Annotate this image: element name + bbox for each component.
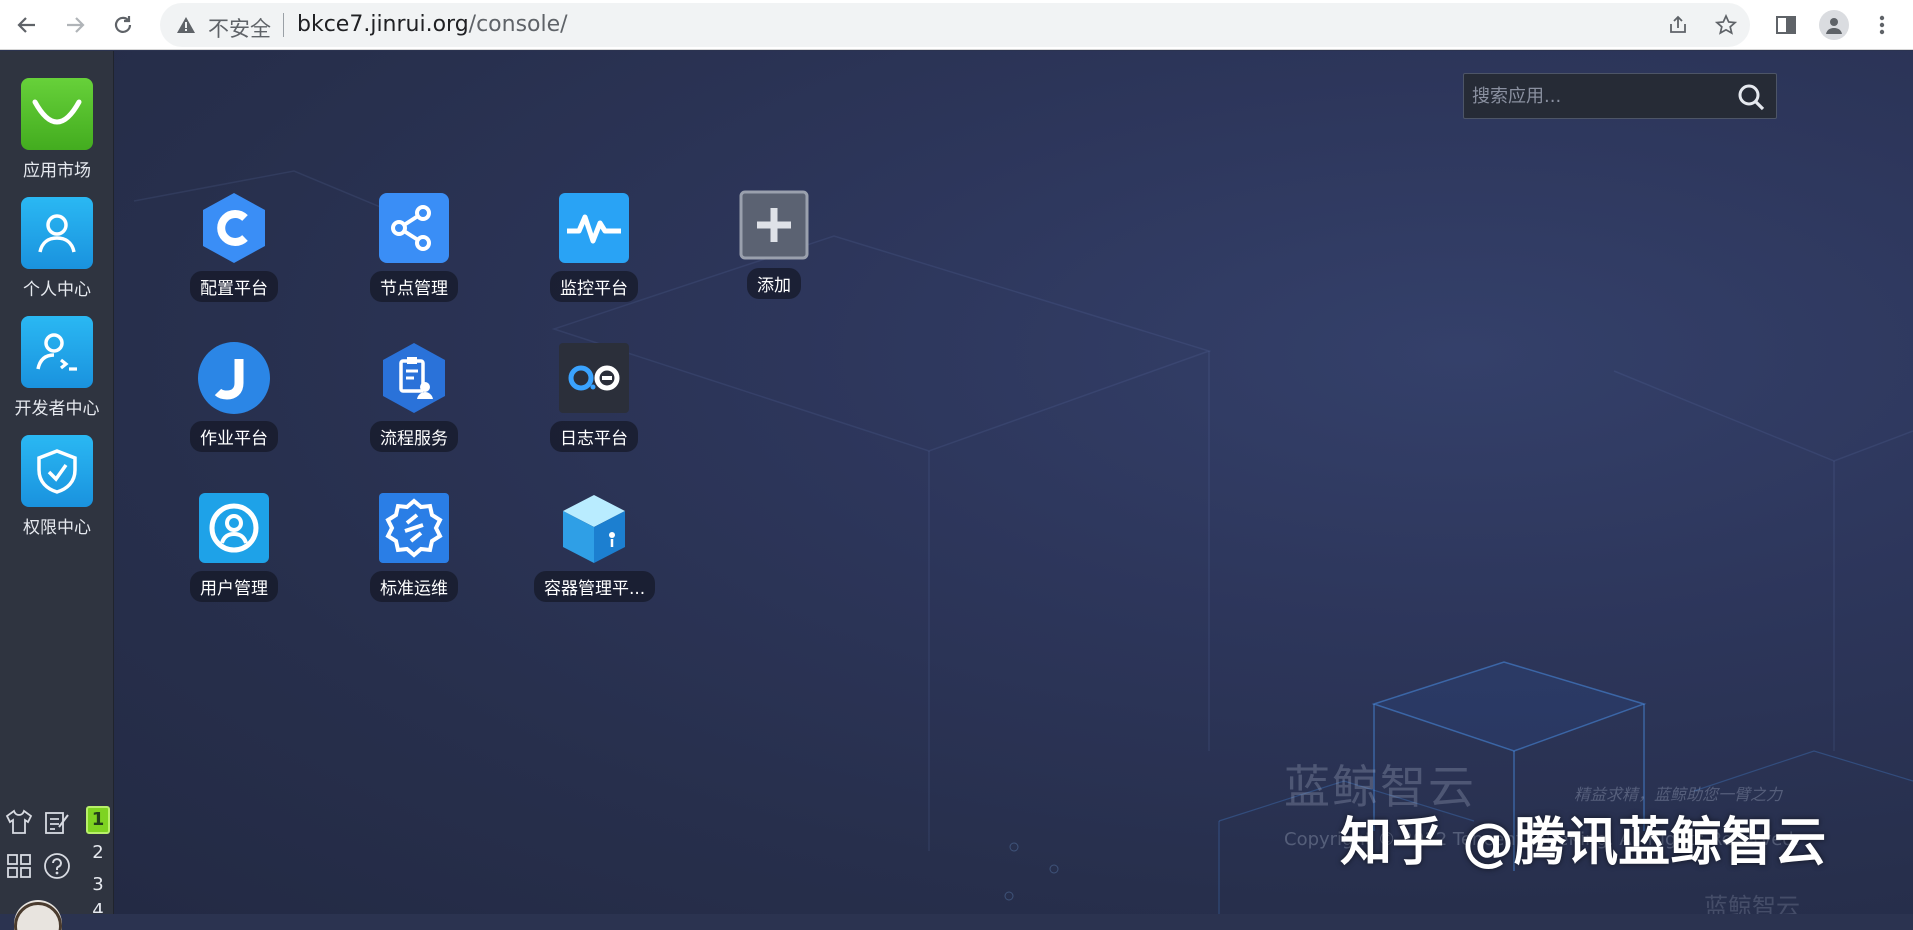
- app-job-platform[interactable]: 作业平台: [174, 341, 294, 452]
- dock-label: 开发者中心: [14, 399, 100, 419]
- app-label: 作业平台: [190, 421, 278, 452]
- more-vertical-icon: [1879, 15, 1885, 35]
- app-add[interactable]: 添加: [714, 188, 834, 299]
- url-text: bkce7.jinrui.org/console/: [297, 12, 568, 37]
- app-search-box: [1463, 73, 1777, 119]
- dock-label: 个人中心: [23, 280, 91, 300]
- insecure-label: 不安全: [208, 17, 271, 41]
- notes-button[interactable]: [42, 807, 72, 837]
- ops-icon: [377, 491, 451, 565]
- left-dock: 应用市场 个人中心 开发者中心 权限中心 1 2 3 4: [0, 51, 114, 930]
- flow-icon: [377, 341, 451, 415]
- share-button[interactable]: [1662, 9, 1694, 41]
- app-label: 监控平台: [550, 271, 638, 302]
- back-button[interactable]: [8, 6, 46, 44]
- log-icon: [557, 341, 631, 415]
- search-input[interactable]: [1472, 82, 1732, 110]
- app-config-platform[interactable]: 配置平台: [174, 191, 294, 302]
- share-icon: [1670, 15, 1686, 33]
- reload-button[interactable]: [104, 6, 142, 44]
- desktop-page-3[interactable]: 3: [86, 871, 110, 899]
- developer-icon: [21, 316, 93, 388]
- browser-toolbar: 不安全 bkce7.jinrui.org/console/: [0, 0, 1913, 50]
- user-avatar[interactable]: [14, 900, 62, 930]
- address-bar[interactable]: 不安全 bkce7.jinrui.org/console/: [160, 3, 1750, 47]
- shopping-bag-icon: [21, 78, 93, 150]
- desktop-area: 配置平台 节点管理 监控平台 添加 作业平台 流程服务 日志平台: [114, 51, 1913, 914]
- node-icon: [377, 191, 451, 265]
- warning-icon: [177, 17, 195, 33]
- desktop-page-1[interactable]: 1: [86, 806, 110, 834]
- arrow-right-icon: [67, 17, 85, 33]
- app-user-management[interactable]: 用户管理: [174, 491, 294, 602]
- app-label: 容器管理平...: [534, 571, 656, 602]
- app-node-management[interactable]: 节点管理: [354, 191, 474, 302]
- browser-menu-button[interactable]: [1863, 6, 1901, 44]
- container-icon: [557, 491, 631, 565]
- app-flow-service[interactable]: 流程服务: [354, 341, 474, 452]
- app-grid-button[interactable]: [4, 851, 34, 881]
- dock-item-permission-center[interactable]: 权限中心: [0, 435, 114, 538]
- side-panel-icon: [1776, 16, 1796, 34]
- address-separator: [283, 13, 284, 37]
- help-icon: [44, 853, 70, 879]
- person-icon: [1826, 18, 1842, 34]
- dock-item-app-market[interactable]: 应用市场: [0, 78, 114, 181]
- url-host: bkce7.jinrui.org: [297, 12, 469, 37]
- app-label: 添加: [747, 268, 801, 299]
- app-label: 日志平台: [550, 421, 638, 452]
- app-container-management[interactable]: 容器管理平...: [534, 491, 656, 602]
- avatar: [1819, 10, 1849, 40]
- desktop-page-4[interactable]: 4: [86, 901, 110, 913]
- edit-note-icon: [45, 812, 69, 834]
- star-icon: [1715, 14, 1737, 35]
- app-label: 流程服务: [370, 421, 458, 452]
- zhihu-watermark: 知乎 @腾讯蓝鲸智云: [1340, 813, 1827, 873]
- grid-icon: [7, 854, 31, 878]
- user-icon: [21, 197, 93, 269]
- app-label: 配置平台: [190, 271, 278, 302]
- dock-label: 权限中心: [23, 518, 91, 538]
- user-manage-icon: [197, 491, 271, 565]
- dock-item-personal-center[interactable]: 个人中心: [0, 197, 114, 300]
- shirt-icon: [5, 809, 33, 834]
- bookmark-button[interactable]: [1710, 9, 1742, 41]
- app-label: 节点管理: [370, 271, 458, 302]
- shield-icon: [21, 435, 93, 507]
- app-standard-ops[interactable]: 标准运维: [354, 491, 474, 602]
- help-button[interactable]: [42, 851, 72, 881]
- url-path: /console/: [468, 12, 568, 37]
- skin-button[interactable]: [4, 807, 34, 837]
- forward-button[interactable]: [56, 6, 94, 44]
- reload-icon: [114, 16, 132, 33]
- app-label: 用户管理: [190, 571, 278, 602]
- search-icon[interactable]: [1736, 82, 1766, 112]
- config-icon: [197, 191, 271, 265]
- side-panel-button[interactable]: [1767, 6, 1805, 44]
- app-label: 标准运维: [370, 571, 458, 602]
- brand-watermark-secondary: 蓝鲸智云: [1704, 893, 1800, 914]
- job-icon: [197, 341, 271, 415]
- desktop-page-2[interactable]: 2: [86, 839, 110, 867]
- profile-button[interactable]: [1815, 6, 1853, 44]
- dock-item-developer-center[interactable]: 开发者中心: [0, 316, 114, 419]
- app-monitor-platform[interactable]: 监控平台: [534, 191, 654, 302]
- app-log-platform[interactable]: 日志平台: [534, 341, 654, 452]
- plus-icon: [737, 188, 811, 262]
- arrow-left-icon: [17, 17, 35, 33]
- monitor-icon: [557, 191, 631, 265]
- dock-label: 应用市场: [23, 161, 91, 181]
